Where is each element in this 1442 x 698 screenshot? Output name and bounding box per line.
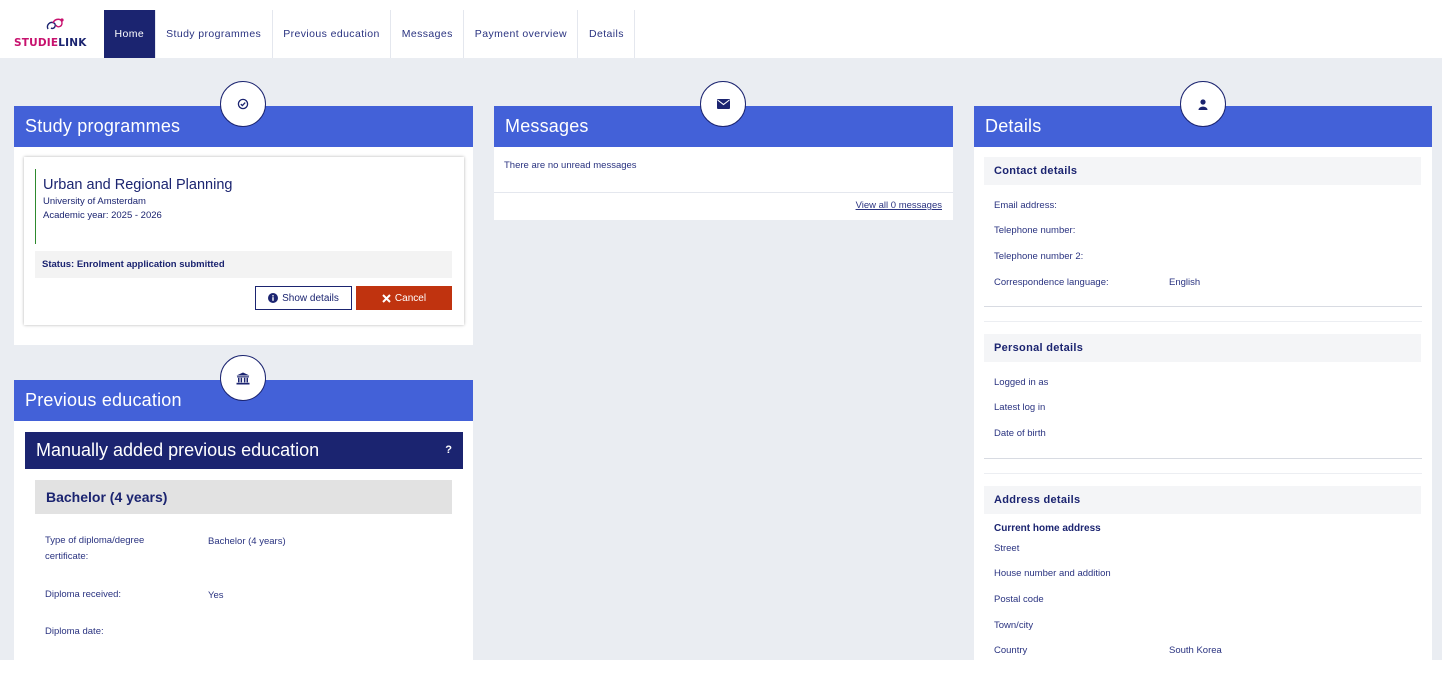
diploma-received-value: Yes (208, 590, 224, 601)
logo-mark-icon (46, 18, 64, 30)
top-bar: STUDIELINK Home Study programmes Previou… (0, 0, 1442, 58)
programme-title[interactable]: Urban and Regional Planning (43, 177, 232, 193)
diploma-type-label: Type of diploma/degree certificate: (45, 535, 145, 562)
user-icon (1198, 98, 1208, 110)
messages-badge (700, 81, 746, 127)
main-nav: Home Study programmes Previous education… (104, 10, 636, 58)
details-badge (1180, 81, 1226, 127)
telephone-label: Telephone number: (994, 225, 1076, 236)
status-color-bar (35, 169, 36, 244)
institution-icon (236, 372, 250, 384)
personal-divider (984, 458, 1422, 459)
tab-previous-education[interactable]: Previous education (273, 10, 392, 58)
contact-divider (984, 306, 1422, 307)
education-entry-details: Type of diploma/degree certificate: Bach… (35, 514, 452, 660)
correspondence-language-value: English (1169, 277, 1201, 288)
cancel-label: Cancel (394, 292, 427, 304)
programme-card: Urban and Regional Planning University o… (24, 157, 464, 325)
logo-text: STUDIELINK (14, 37, 87, 49)
telephone2-label: Telephone number 2: (994, 251, 1084, 262)
diploma-received-label: Diploma received: (45, 589, 122, 600)
diploma-date-label: Diploma date: (45, 626, 104, 637)
personal-details-heading: Personal details (984, 334, 1421, 362)
cancel-button[interactable]: Cancel (356, 286, 452, 310)
programme-university: University of Amsterdam (43, 196, 146, 207)
postal-code-label: Postal code (994, 594, 1044, 605)
street-label: Street (994, 543, 1020, 554)
tab-home[interactable]: Home (104, 10, 156, 58)
date-of-birth-label: Date of birth (994, 428, 1046, 439)
education-entry-title: Bachelor (4 years) (35, 480, 452, 514)
tab-messages[interactable]: Messages (391, 10, 465, 58)
country-label: Country (994, 645, 1028, 656)
manual-education-title: Manually added previous education (36, 440, 320, 460)
current-home-address-heading: Current home address (994, 523, 1101, 534)
envelope-icon (716, 99, 730, 109)
info-icon (268, 293, 279, 303)
close-icon (382, 293, 391, 303)
manual-education-header: Manually added previous education ? (25, 432, 463, 469)
programme-academic-year: Academic year: 2025 - 2026 (43, 210, 162, 221)
house-number-label: House number and addition (994, 568, 1111, 579)
contact-details-heading: Contact details (984, 157, 1421, 185)
no-messages-text: There are no unread messages (504, 160, 637, 171)
latest-login-label: Latest log in (994, 402, 1046, 413)
personal-divider-light (984, 473, 1422, 474)
check-circle-icon (237, 98, 249, 110)
country-value: South Korea (1169, 645, 1222, 656)
email-label: Email address: (994, 200, 1057, 211)
correspondence-language-label: Correspondence language: (994, 277, 1109, 288)
view-all-messages-link[interactable]: View all 0 messages (856, 200, 942, 211)
status-badge: Status: Enrolment application submitted (35, 251, 452, 278)
previous-education-badge (220, 355, 266, 401)
help-icon[interactable]: ? (445, 432, 452, 469)
address-details-heading: Address details (984, 486, 1421, 514)
town-city-label: Town/city (994, 620, 1034, 631)
studielink-logo[interactable]: STUDIELINK (14, 17, 86, 51)
show-details-label: Show details (282, 292, 339, 304)
study-programmes-badge (220, 81, 266, 127)
tab-details[interactable]: Details (578, 10, 636, 58)
tab-payment-overview[interactable]: Payment overview (464, 10, 579, 58)
contact-divider-light (984, 321, 1422, 322)
page-footer-blank (0, 660, 1442, 698)
messages-divider (494, 192, 953, 193)
diploma-type-value: Bachelor (4 years) (208, 536, 286, 547)
tab-study-programmes[interactable]: Study programmes (156, 10, 273, 58)
show-details-button[interactable]: Show details (255, 286, 352, 310)
logged-in-as-label: Logged in as (994, 377, 1049, 388)
